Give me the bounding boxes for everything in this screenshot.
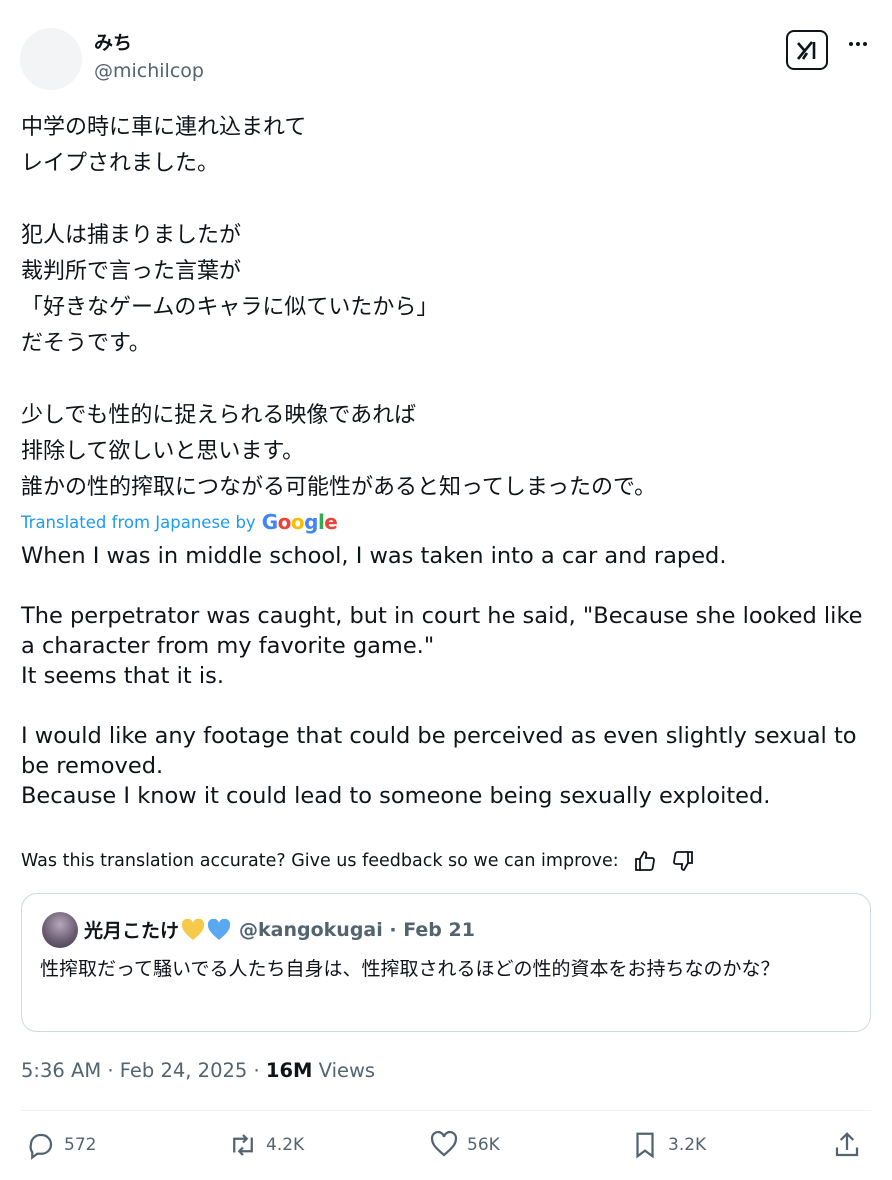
reply-icon bbox=[29, 1133, 53, 1160]
yellow-heart-icon bbox=[181, 918, 205, 940]
repost-button[interactable]: 4.2K bbox=[228, 1130, 304, 1160]
thumbs-down-icon[interactable] bbox=[671, 849, 695, 873]
tweet-text-original: 中学の時に車に連れ込まれて レイプされました。 犯人は捕まりましたが 裁判所で言… bbox=[21, 115, 657, 500]
divider bbox=[21, 1110, 871, 1111]
bookmark-icon bbox=[636, 1132, 654, 1159]
google-logo: Google bbox=[261, 510, 338, 534]
tweet-meta: 5:36 AM · Feb 24, 2025 · 16M Views bbox=[21, 1059, 375, 1082]
repost-icon bbox=[233, 1134, 253, 1156]
grok-button[interactable] bbox=[786, 30, 828, 70]
more-icon bbox=[849, 42, 867, 46]
feedback-text: Was this translation accurate? Give us f… bbox=[21, 851, 619, 871]
author-name[interactable]: みち bbox=[94, 28, 132, 55]
share-button[interactable] bbox=[832, 1130, 870, 1160]
avatar[interactable] bbox=[20, 28, 82, 90]
quoted-tweet[interactable]: 光月こたけ @kangokugai · Feb 21 性搾取だって騒いでる人たち… bbox=[21, 893, 871, 1032]
tweet-text-translated: When I was in middle school, I was taken… bbox=[21, 543, 863, 809]
translation-feedback: Was this translation accurate? Give us f… bbox=[21, 849, 695, 873]
author-handle[interactable]: @michilcop bbox=[94, 60, 204, 82]
views-count: 16M bbox=[265, 1059, 313, 1082]
timestamp[interactable]: 5:36 AM · Feb 24, 2025 · bbox=[21, 1059, 266, 1082]
bookmark-button[interactable]: 3.2K bbox=[630, 1130, 706, 1160]
grok-icon bbox=[796, 41, 816, 60]
quoted-handle-date: @kangokugai · Feb 21 bbox=[239, 918, 475, 941]
heart-icon bbox=[430, 1130, 458, 1157]
blue-heart-icon bbox=[207, 918, 231, 940]
quoted-author-name: 光月こたけ bbox=[84, 920, 180, 942]
bookmark-count: 3.2K bbox=[668, 1135, 707, 1155]
quoted-text: 性搾取だって騒いでる人たち自身は、性搾取されるほどの性的資本をお持ちなのかな？ bbox=[40, 958, 780, 980]
share-icon bbox=[835, 1132, 859, 1157]
quoted-avatar[interactable] bbox=[42, 912, 78, 948]
like-count: 56K bbox=[467, 1135, 500, 1155]
reply-button[interactable]: 572 bbox=[26, 1130, 96, 1160]
reply-count: 572 bbox=[64, 1135, 97, 1155]
more-button[interactable] bbox=[846, 32, 870, 62]
like-button[interactable]: 56K bbox=[429, 1130, 500, 1160]
quoted-name-row[interactable]: 光月こたけ @kangokugai · Feb 21 bbox=[84, 916, 475, 943]
translation-attribution: Translated from Japanese by Google bbox=[21, 510, 338, 534]
repost-count: 4.2K bbox=[266, 1135, 305, 1155]
translated-label: Translated from Japanese by bbox=[21, 512, 256, 532]
views-label: Views bbox=[312, 1059, 376, 1082]
thumbs-up-icon[interactable] bbox=[633, 849, 657, 873]
